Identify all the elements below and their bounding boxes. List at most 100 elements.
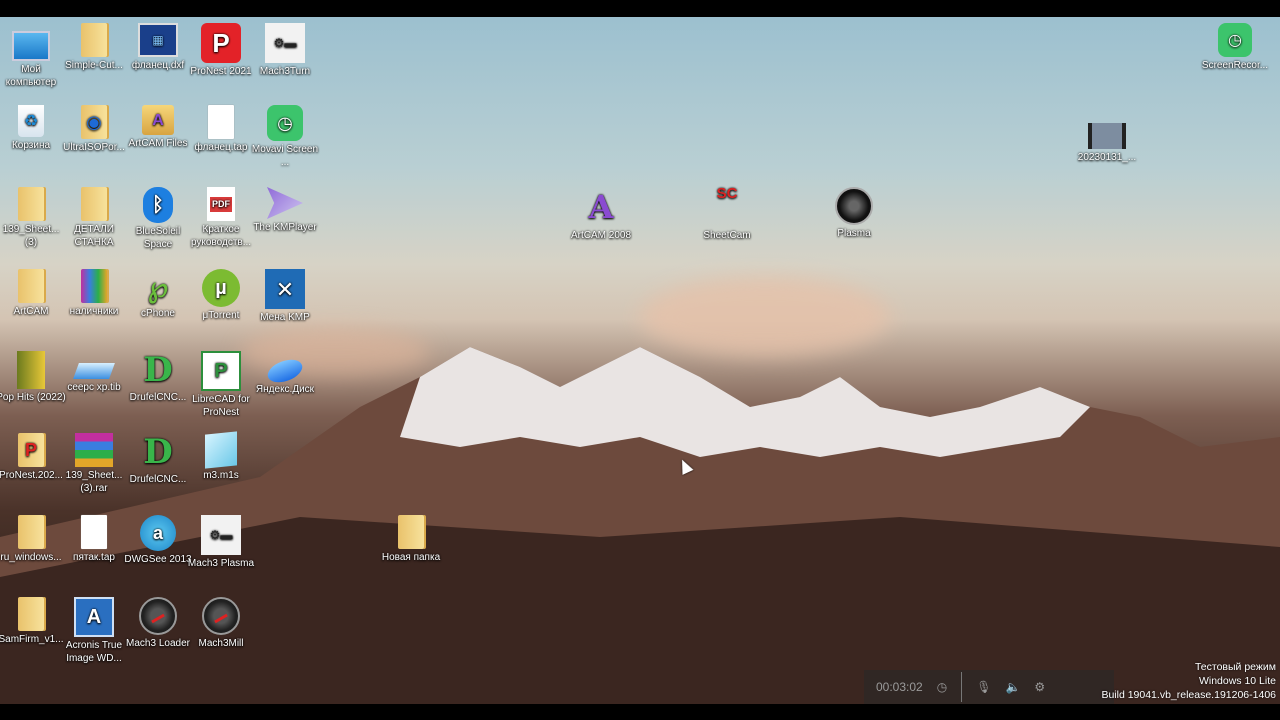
desktop-icon-utorrent[interactable]: µ μTorrent	[186, 269, 256, 322]
icon-label: ArtCAM 2008	[570, 230, 632, 241]
icon-label: ProNest.202...	[0, 470, 63, 481]
desktop-icon-archive-folder[interactable]: наличники	[59, 269, 129, 318]
folder-icon	[398, 515, 424, 549]
desktop-icon-disk-image[interactable]: ceepc xp.tib	[59, 351, 129, 394]
icon-label: ДЕТАЛИ СТАНКА	[74, 224, 114, 248]
icon-label: Simple-Cut...	[65, 60, 123, 71]
desktop-icon-movavi[interactable]: ◷ Movavi Screen ...	[250, 105, 320, 169]
desktop-icon-drufelcnc[interactable]: D DrufelCNC...	[123, 351, 193, 404]
icon-label: ArtCAM Files	[128, 138, 188, 149]
desktop-icon-plasma[interactable]: Plasma	[819, 187, 889, 240]
desktop-icon-folder[interactable]: Simple-Cut...	[59, 23, 129, 72]
desktop-icon-mach3mill[interactable]: Mach3Mill	[186, 597, 256, 650]
speaker-icon[interactable]: 🔈	[1005, 680, 1020, 694]
desktop-icon-winrar[interactable]: 139_Sheet... (3).rar	[59, 433, 129, 495]
librecad-icon: P	[201, 351, 241, 391]
icon-label: Mach3 Plasma	[187, 558, 255, 569]
icon-label: SamFirm_v1...	[0, 634, 64, 645]
letterbox-bottom	[0, 704, 1280, 720]
desktop-icon-mach3turn[interactable]: ⚙▬ Mach3Turn	[250, 23, 320, 78]
icon-label: The KMPlayer	[253, 222, 317, 233]
desktop-icon-acronis[interactable]: A Acronis True Image WD...	[59, 597, 129, 665]
recording-timer: 00:03:02	[876, 680, 923, 694]
desktop-icon-folder[interactable]: ru_windows...	[0, 515, 66, 564]
desktop-icon-yandex-disk[interactable]: Яндекс.Диск	[250, 351, 320, 396]
desktop-icon-mach3-plasma[interactable]: ⚙▬ Mach3 Plasma	[186, 515, 256, 570]
icon-label: UltraISOPor...	[63, 142, 125, 153]
desktop-icon-dxf[interactable]: ▦ фланец.dxf	[123, 23, 193, 72]
bluetooth-icon: ᛒ	[143, 187, 173, 223]
desktop-icon-ultraiso[interactable]: ◉ UltraISOPor...	[59, 105, 129, 154]
microphone-icon[interactable]: 🎙	[976, 680, 991, 694]
desktop-icon-document[interactable]: фланец.tap	[186, 105, 256, 154]
desktop-icon-kmplayer[interactable]: The KMPlayer	[250, 187, 320, 234]
icon-label: Mach3 Loader	[126, 638, 190, 649]
icon-label: Краткое руководств...	[190, 224, 252, 248]
folder-icon: A	[142, 105, 174, 135]
winrar-icon	[75, 433, 113, 467]
watermark-line: Windows 10 Lite	[1198, 675, 1276, 687]
kmplayer-icon	[267, 187, 303, 219]
desktop-icon-pronest-folder[interactable]: P ProNest.202...	[0, 433, 66, 482]
icon-label: ProNest 2021	[190, 66, 252, 77]
icon-label: наличники	[69, 306, 119, 317]
desktop-icon-video-file[interactable]: 20230131_...	[1072, 115, 1142, 164]
desktop-icon-artcam-files[interactable]: A ArtCAM Files	[123, 105, 193, 150]
desktop-icon-kmp[interactable]: ✕ Мена KMP	[250, 269, 320, 324]
sheetcam-icon: SC	[716, 185, 738, 202]
desktop-icon-folder[interactable]: ArtCAM	[0, 269, 66, 318]
screen-recorder-icon: ◷	[1218, 23, 1252, 57]
toolbar-divider	[961, 672, 963, 702]
desktop-icon-recycle-bin[interactable]: ♻ Корзина	[0, 105, 66, 152]
plasma-icon	[835, 187, 873, 225]
desktop-icon-sheetcam[interactable]: SC SheetCam	[692, 185, 762, 242]
desktop-icon-document[interactable]: пятак.tap	[59, 515, 129, 564]
desktop-icon-librecad[interactable]: P LibreCAD for ProNest	[186, 351, 256, 419]
icon-label: Корзина	[11, 140, 51, 151]
acronis-icon: A	[74, 597, 114, 637]
desktop-icon-m1s[interactable]: m3.m1s	[186, 431, 256, 482]
stopwatch-icon[interactable]: ◷	[937, 680, 947, 694]
windows-test-mode-watermark: Тестовый режим Windows 10 Lite Build 190…	[1101, 660, 1276, 702]
drufelcnc-icon: D	[143, 349, 173, 390]
icon-label: Новая папка	[381, 552, 441, 563]
letterbox-top	[0, 0, 1280, 17]
icon-label: Pop Hits (2022)	[0, 392, 66, 403]
recycle-bin-icon: ♻	[18, 105, 44, 137]
icon-label: m3.m1s	[203, 470, 239, 481]
desktop-icon-bluesoleil[interactable]: ᛒ BlueSoleil Space	[123, 187, 193, 251]
document-icon	[81, 515, 107, 549]
desktop-icon-dwgsee[interactable]: a DWGSee 2013	[123, 515, 193, 566]
desktop-icon-pdf[interactable]: PDF Краткое руководств...	[186, 187, 256, 249]
desktop[interactable]: Мой компьютер ♻ Корзина 139_Sheet... (3)…	[0, 17, 1280, 704]
pronest-icon: P	[201, 23, 241, 63]
icon-label: Plasma	[837, 228, 871, 239]
movavi-icon: ◷	[267, 105, 303, 141]
desktop-icon-mach3-loader[interactable]: Mach3 Loader	[123, 597, 193, 650]
desktop-icon-screen-recorder[interactable]: ◷ ScreenRecor...	[1200, 23, 1270, 72]
icon-label: Movavi Screen ...	[251, 144, 319, 168]
icon-label: DrufelCNC...	[129, 392, 187, 403]
folder-icon	[81, 187, 107, 221]
icon-label: BlueSoleil Space	[135, 226, 181, 250]
desktop-icon-my-computer[interactable]: Мой компьютер	[0, 23, 66, 89]
desktop-icon-new-folder[interactable]: Новая папка	[376, 515, 446, 564]
mach3-icon: ⚙▬	[201, 515, 241, 555]
yandex-disk-icon	[264, 355, 306, 387]
desktop-icon-cphone[interactable]: ℘ cPhone	[123, 269, 193, 320]
desktop-icon-pop-hits[interactable]: Pop Hits (2022)	[0, 351, 66, 404]
watermark-line: Тестовый режим	[1194, 661, 1276, 673]
settings-gear-icon[interactable]: ⚙	[1034, 680, 1045, 694]
icon-label: Mach3Mill	[198, 638, 244, 649]
desktop-icon-pronest[interactable]: P ProNest 2021	[186, 23, 256, 78]
desktop-icon-folder[interactable]: SamFirm_v1...	[0, 597, 66, 646]
icon-label: Мой компьютер	[5, 64, 57, 88]
mach3-icon: ⚙▬	[265, 23, 305, 63]
icon-label: ScreenRecor...	[1201, 60, 1269, 71]
desktop-icon-folder[interactable]: ДЕТАЛИ СТАНКА	[59, 187, 129, 249]
icon-label: LibreCAD for ProNest	[192, 394, 250, 418]
desktop-icon-folder[interactable]: 139_Sheet... (3)	[0, 187, 66, 249]
folder-icon	[18, 269, 44, 303]
desktop-icon-drufelcnc[interactable]: D DrufelCNC...	[123, 433, 193, 486]
desktop-icon-artcam-2008[interactable]: A ArtCAM 2008	[566, 187, 636, 242]
